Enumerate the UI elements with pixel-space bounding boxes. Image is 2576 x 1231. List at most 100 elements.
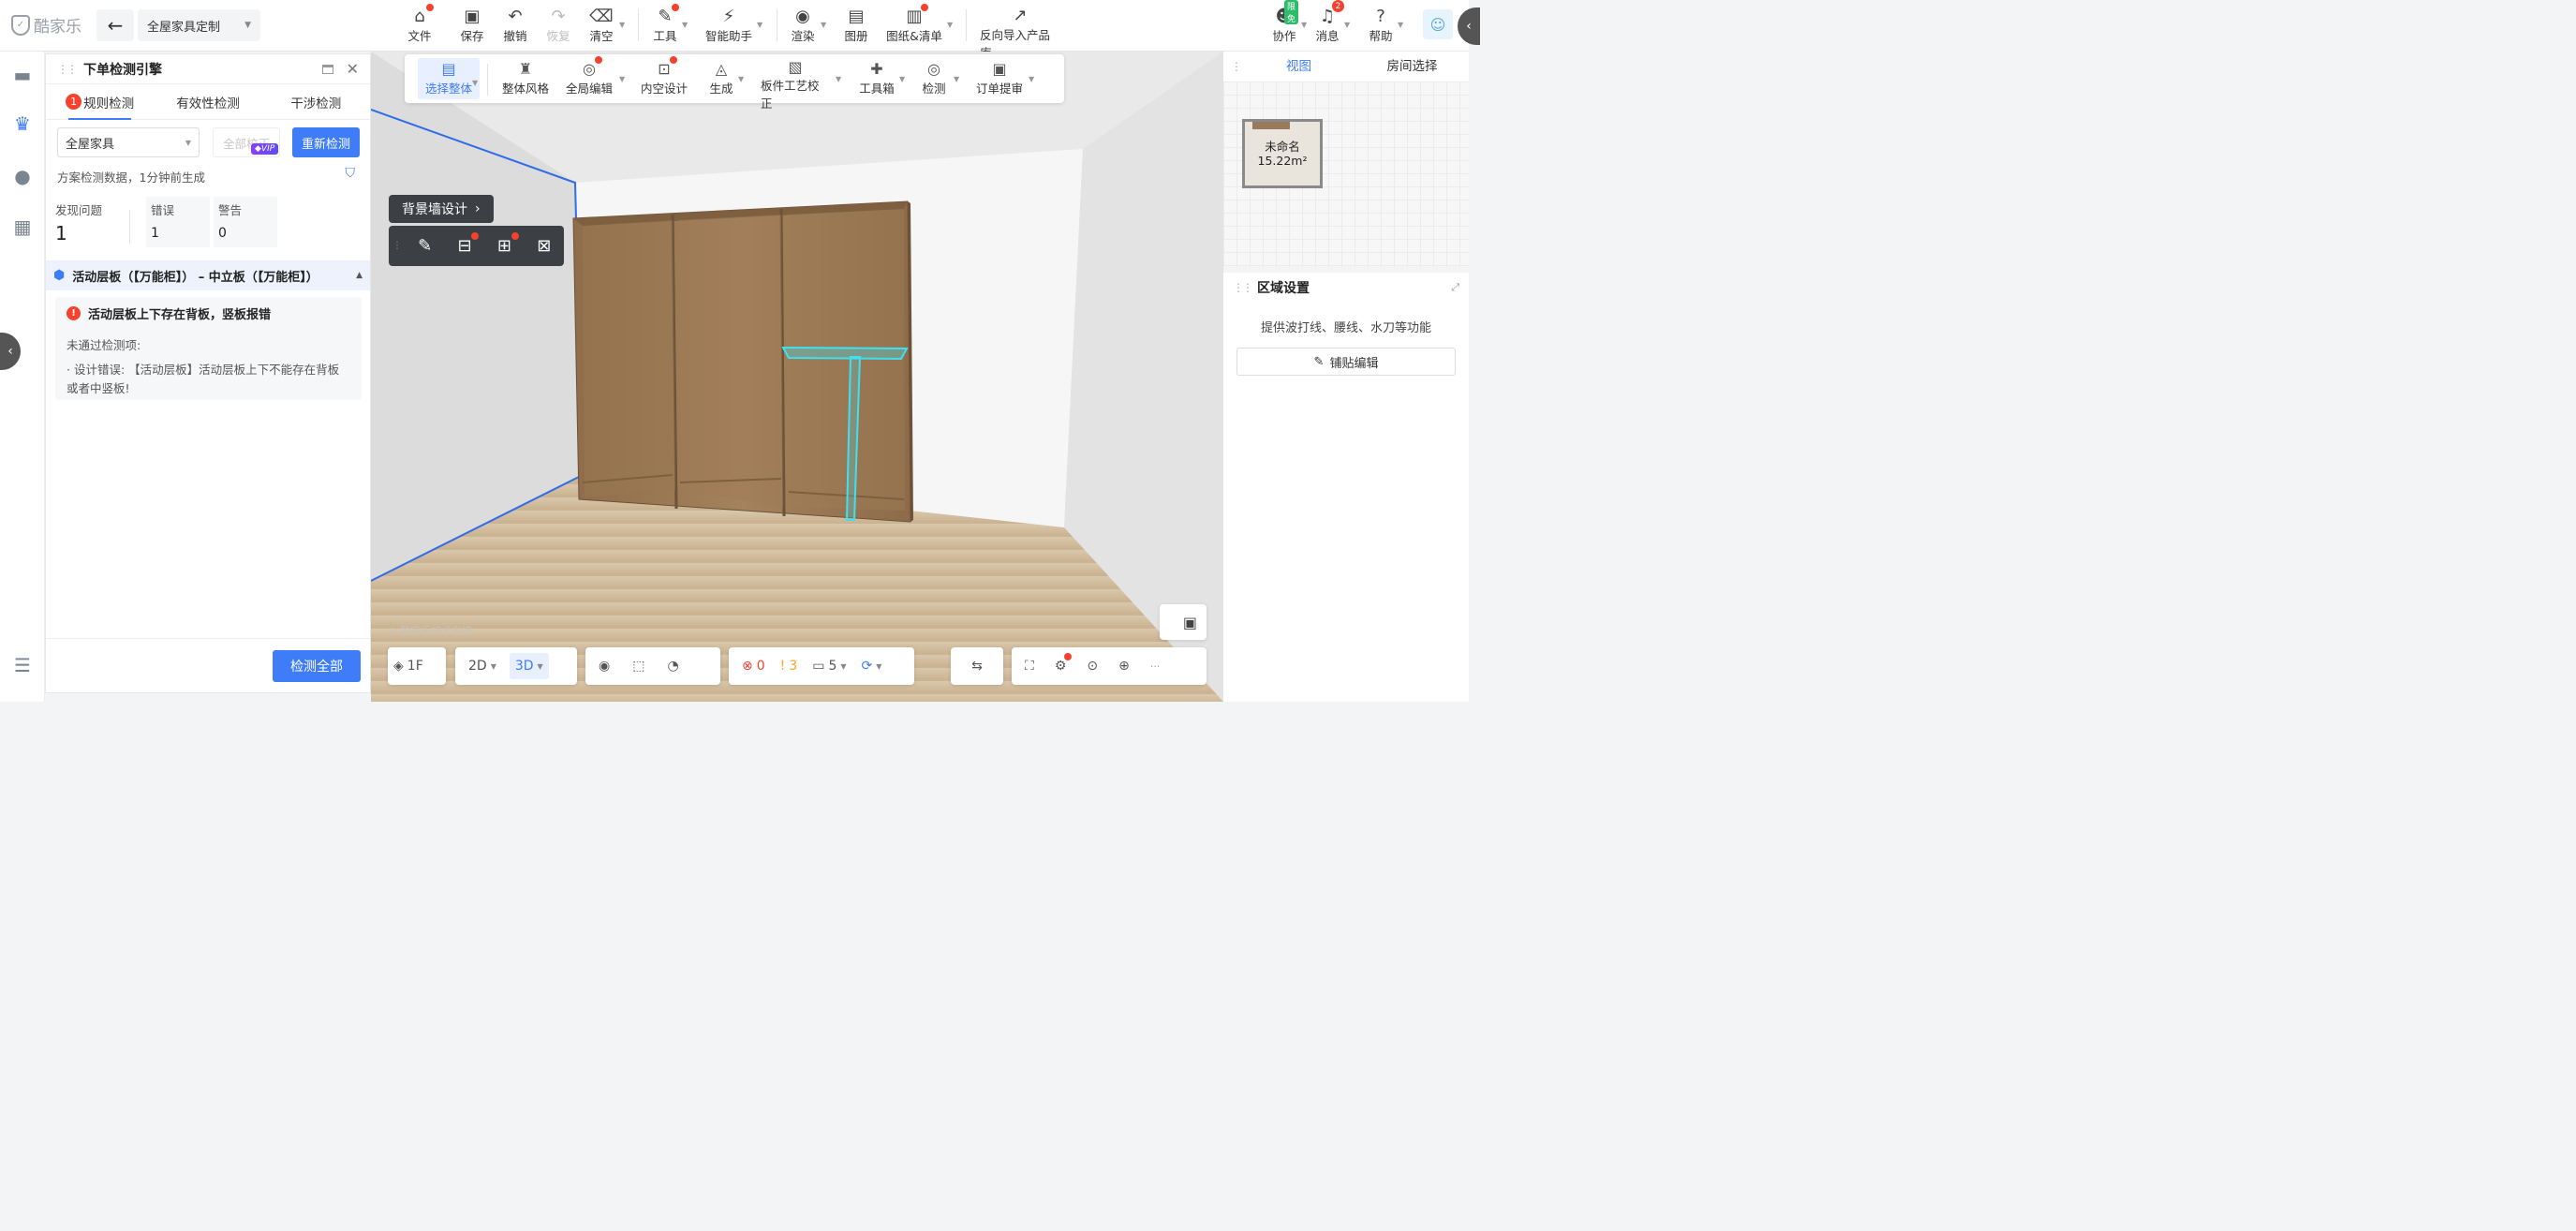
assistant-button[interactable]: ⚡ 智能助手 [704, 6, 753, 47]
generate-label: 生成 [709, 82, 733, 96]
help-caret-icon[interactable]: ▼ [1398, 21, 1403, 29]
toolbox-button[interactable]: ✚ 工具箱 [859, 58, 895, 99]
check-all-button[interactable]: 检测全部 [273, 650, 361, 682]
craft-check-button[interactable]: ▧ 板件工艺校正 [761, 58, 830, 111]
clear-button[interactable]: ⌫ 清空 [587, 6, 615, 47]
tab-interference-check[interactable]: 干涉检测 [262, 84, 370, 119]
wall-frame-icon[interactable]: ⊟ [445, 230, 484, 262]
wall-split-icon[interactable]: ⊞ [484, 230, 524, 262]
focus-icon[interactable]: ⊙ [1081, 653, 1103, 679]
view-3d-button[interactable]: 3D ▼ [509, 653, 549, 679]
collab-caret-icon[interactable]: ▼ [1301, 21, 1307, 29]
zoom-icon[interactable]: ⊕ [1113, 653, 1135, 679]
scope-select[interactable]: 全屋家具 ▼ [57, 127, 200, 157]
drag-handle-icon[interactable]: ⋮ [1223, 60, 1242, 73]
close-icon[interactable]: ✕ [347, 60, 359, 78]
toggle-icon[interactable]: ⇆ [966, 653, 988, 679]
cabinet-icon[interactable]: ▦ [8, 213, 37, 241]
clear-caret-icon[interactable]: ▼ [619, 21, 625, 29]
tab-rule-check[interactable]: 1 规则检测 [46, 84, 154, 120]
refresh-button[interactable]: ⟳ ▼ [856, 653, 888, 679]
scheme-select[interactable]: 全屋家具定制 ▼ [138, 9, 260, 41]
panel-footer: 检测全部 [46, 638, 370, 692]
fit-view-icon[interactable]: ⛶ [1019, 653, 1040, 679]
floorplan-minimap[interactable]: 未命名 15.22m² [1223, 82, 1469, 267]
drag-handle-icon[interactable]: ⋮ [392, 241, 405, 251]
caret-down-icon[interactable]: ▼ [836, 75, 841, 83]
floor-selector[interactable]: ◈ 1F [388, 647, 446, 685]
issue-group-header[interactable]: ⬢ 活动层板（【万能柜】） – 中立板（【万能柜】） ▲ [46, 260, 370, 290]
detect-button[interactable]: ◎ 检测 [920, 58, 948, 99]
filter-icon[interactable]: ⛉ [346, 166, 356, 181]
assistant-caret-icon[interactable]: ▼ [757, 21, 762, 29]
redo-button[interactable]: ↷ 恢复 [544, 6, 572, 47]
sofa-icon[interactable]: ▬ [8, 61, 37, 89]
redo-icon: ↷ [551, 6, 566, 26]
minimize-icon[interactable] [321, 64, 333, 74]
app-logo[interactable]: ✓ 酷家乐 [11, 13, 81, 37]
generate-button[interactable]: ◬ 生成 [707, 58, 735, 99]
list-icon[interactable]: ☰ [8, 651, 37, 679]
error-card[interactable]: ! 活动层板上下存在背板，竖板报错 未通过检测项: · 设计错误: 【活动层板】… [55, 297, 362, 400]
tile-edit-label: 铺贴编辑 [1329, 356, 1379, 371]
recheck-button[interactable]: 重新检测 [292, 127, 360, 157]
render-caret-icon[interactable]: ▼ [821, 21, 826, 29]
clipboard-button[interactable]: ▣ [1160, 604, 1207, 640]
inner-design-button[interactable]: ⊡ 内空设计 [641, 56, 688, 99]
back-button[interactable]: ← [96, 9, 134, 41]
warning-counter[interactable]: ! 3 [775, 653, 804, 679]
caret-down-icon[interactable]: ▼ [619, 75, 625, 83]
tools-caret-icon[interactable]: ▼ [682, 21, 688, 29]
caret-down-icon[interactable]: ▼ [1029, 75, 1034, 83]
caret-down-icon[interactable]: ▼ [954, 75, 959, 83]
collapse-right-button[interactable]: ‹ [1458, 7, 1480, 45]
drag-handle-icon[interactable]: ⋮⋮ [1233, 281, 1253, 294]
pencil-icon[interactable]: ✎ [405, 230, 444, 262]
render-button[interactable]: ◉ 渲染 [789, 6, 817, 47]
messages-button[interactable]: ♫ 2 消息 [1313, 0, 1344, 47]
undo-button[interactable]: ↶ 撤销 [501, 6, 529, 47]
box-icon[interactable]: ⬚ [627, 653, 650, 679]
tools-label: 工具 [653, 29, 677, 43]
tab-validity-check[interactable]: 有效性检测 [154, 84, 261, 119]
3d-viewport[interactable]: ▤ 选择整体 ▼ ♜ 整体风格 ◎ 全局编辑 ▼ ⊡ 内空设计 ◬ 生成 ▼ ▧… [371, 52, 1223, 702]
error-counter[interactable]: ⊗ 0 [736, 653, 771, 679]
file-button[interactable]: ⌂ 文件 [406, 4, 434, 47]
order-review-button[interactable]: ▣ 订单提审 [976, 58, 1023, 99]
box-counter[interactable]: ▭ 5 ▼ [807, 653, 851, 679]
global-edit-button[interactable]: ◎ 全局编辑 [566, 56, 613, 99]
caret-down-icon[interactable]: ▼ [738, 75, 744, 83]
tile-edit-button[interactable]: ✎ 铺贴编辑 [1236, 348, 1456, 376]
eye-icon[interactable]: ◉ [593, 653, 615, 679]
style-button[interactable]: ♜ 整体风格 [502, 58, 549, 99]
view-2d-button[interactable]: 2D ▼ [463, 653, 502, 679]
room-thumbnail[interactable]: 未命名 15.22m² [1242, 119, 1323, 188]
tab-view[interactable]: 视图 [1242, 52, 1355, 82]
drawings-caret-icon[interactable]: ▼ [947, 21, 953, 29]
save-button[interactable]: ▣ 保存 [458, 6, 486, 47]
caret-down-icon[interactable]: ▼ [472, 79, 478, 87]
reverse-import-button[interactable]: ↗ 反向导入产品库 [980, 6, 1060, 60]
tab-room-select[interactable]: 房间选择 [1355, 52, 1469, 82]
caret-down-icon[interactable]: ▼ [899, 75, 905, 83]
person-icon[interactable]: ● [8, 162, 37, 190]
expand-icon[interactable]: ⤢ [1451, 281, 1459, 294]
drawings-button[interactable]: ▥ 图纸&清单 [886, 4, 942, 47]
messages-caret-icon[interactable]: ▼ [1344, 21, 1350, 29]
chevron-up-icon[interactable]: ▲ [356, 271, 363, 280]
floor-button[interactable]: ◈ 1F [388, 653, 429, 679]
more-icon[interactable]: ··· [1145, 653, 1166, 679]
select-whole-button[interactable]: ▤ 选择整体 ▼ [418, 58, 480, 99]
crown-icon[interactable]: ♛ [8, 110, 37, 138]
collab-button[interactable]: ☻限免 协作 [1270, 0, 1299, 47]
wall-edit-icon[interactable]: ⊠ [525, 230, 564, 262]
avatar[interactable]: ☺ [1423, 9, 1453, 39]
gauge-icon[interactable]: ◔ [661, 653, 684, 679]
tools-button[interactable]: ✎ 工具 [651, 4, 679, 47]
wardrobe[interactable] [572, 200, 913, 523]
help-button[interactable]: ? 帮助 [1367, 6, 1395, 47]
drag-handle-icon[interactable]: ⋮⋮ [57, 63, 78, 76]
background-wall-button[interactable]: 背景墙设计 › [389, 195, 494, 223]
album-button[interactable]: ▤ 图册 [842, 6, 870, 47]
camera-settings-icon[interactable]: ⚙ [1049, 653, 1073, 679]
